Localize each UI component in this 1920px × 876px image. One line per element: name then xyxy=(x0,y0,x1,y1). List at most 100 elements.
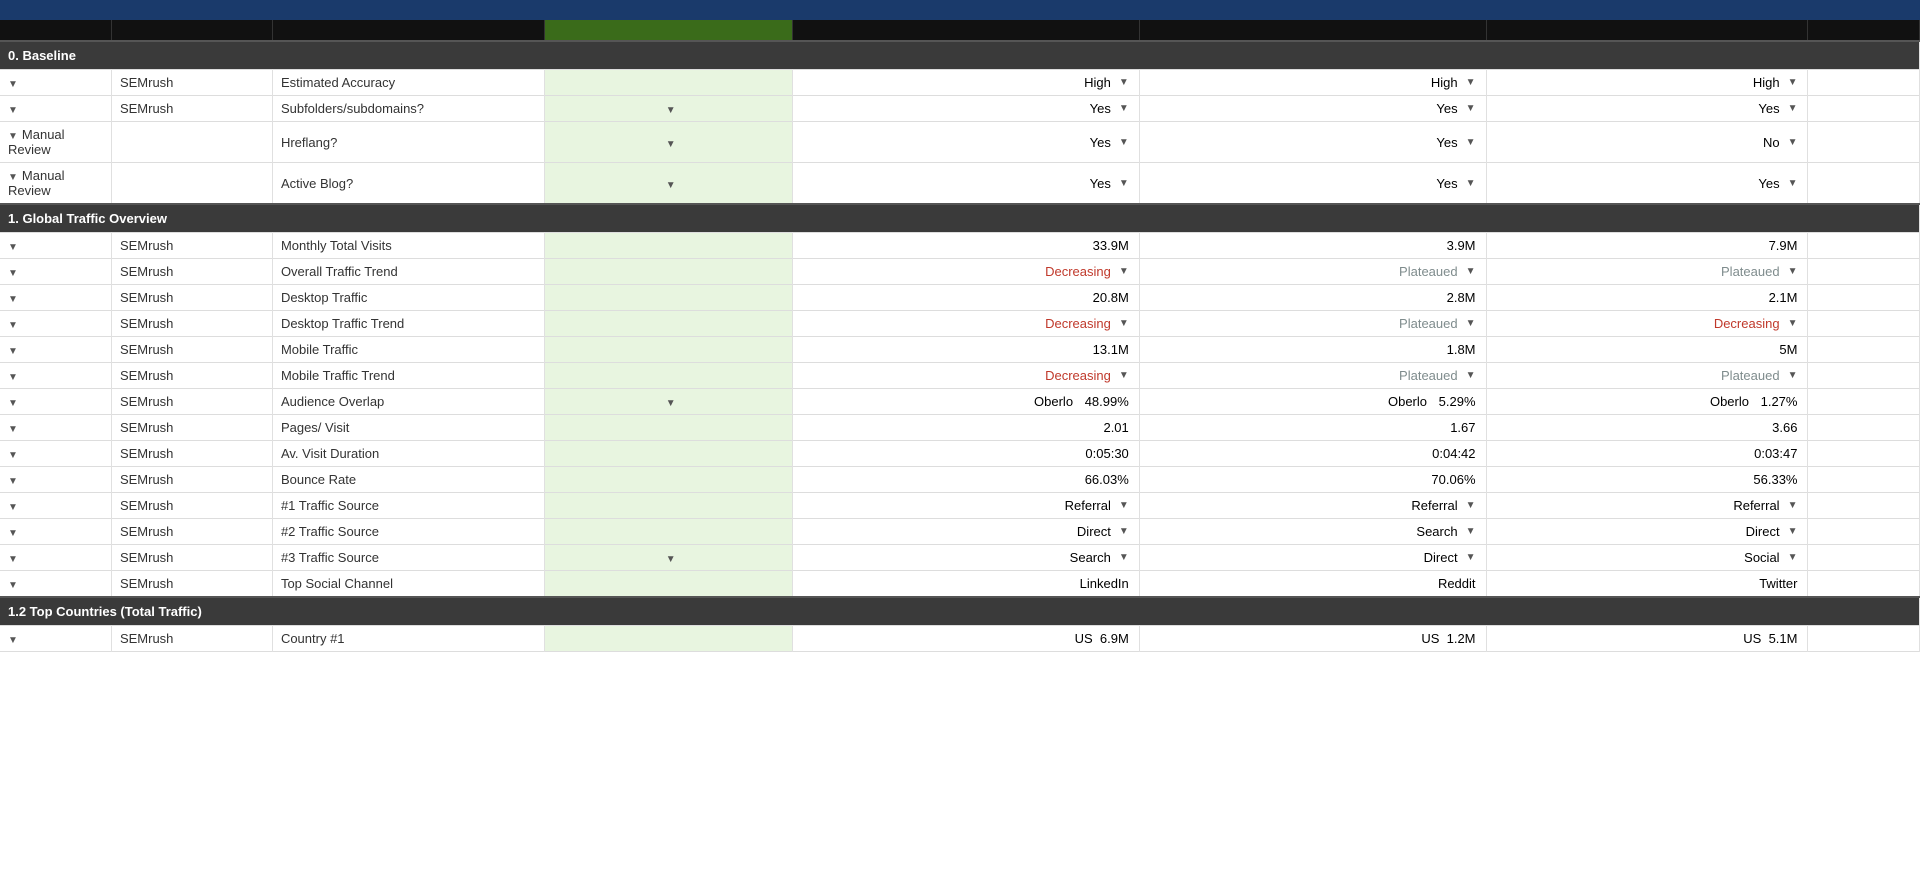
header-notes xyxy=(1808,20,1920,41)
dropdown-arrow-icon[interactable]: ▼ xyxy=(1119,103,1129,114)
header-bigcartel xyxy=(1486,20,1808,41)
dropdown-arrow-icon[interactable]: ▼ xyxy=(1788,77,1798,88)
cell-check: #3 Traffic Source xyxy=(272,545,544,571)
cell-tools: SEMrush xyxy=(111,70,272,96)
cell-check: Country #1 xyxy=(272,626,544,652)
row-expand-arrow[interactable]: ▼ xyxy=(8,131,18,142)
dropdown-arrow-icon[interactable]: ▼ xyxy=(1119,526,1129,537)
row-expand-arrow[interactable]: ▼ xyxy=(8,294,18,305)
cell-notes xyxy=(1808,389,1920,415)
row-expand-arrow[interactable]: ▼ xyxy=(8,476,18,487)
row-expand-arrow[interactable]: ▼ xyxy=(8,172,18,183)
row-expand-arrow[interactable]: ▼ xyxy=(8,79,18,90)
dropdown-arrow-icon[interactable]: ▼ xyxy=(1119,137,1129,148)
cell-bigcommerce: 0:04:42 xyxy=(1139,441,1486,467)
dropdown-arrow-icon[interactable]: ▼ xyxy=(1119,318,1129,329)
cell-bigcartel: Twitter xyxy=(1486,571,1808,598)
dropdown-arrow-icon[interactable]: ▼ xyxy=(1466,318,1476,329)
dropdown-arrow-icon[interactable]: ▼ xyxy=(1466,526,1476,537)
table-row: ▼SEMrushPages/ Visit2.011.673.66 xyxy=(0,415,1920,441)
dropdown-arrow-icon[interactable]: ▼ xyxy=(1788,137,1798,148)
dropdown-arrow-icon[interactable]: ▼ xyxy=(666,180,676,191)
cell-notes xyxy=(1808,233,1920,259)
dropdown-arrow-icon[interactable]: ▼ xyxy=(1466,266,1476,277)
cell-check: Bounce Rate xyxy=(272,467,544,493)
cell-oberlo xyxy=(545,233,793,259)
row-expand-arrow[interactable]: ▼ xyxy=(8,635,18,646)
dropdown-arrow-icon[interactable]: ▼ xyxy=(1466,552,1476,563)
row-expand-arrow[interactable]: ▼ xyxy=(8,528,18,539)
cell-owner: ▼ xyxy=(0,545,111,571)
dropdown-arrow-icon[interactable]: ▼ xyxy=(1788,552,1798,563)
dropdown-arrow-icon[interactable]: ▼ xyxy=(1466,178,1476,189)
page-title xyxy=(0,0,1920,20)
cell-bigcartel: Oberlo 1.27% xyxy=(1486,389,1808,415)
cell-check: Desktop Traffic xyxy=(272,285,544,311)
table-row: ▼SEMrushBounce Rate66.03%70.06%56.33% xyxy=(0,467,1920,493)
row-expand-arrow[interactable]: ▼ xyxy=(8,554,18,565)
row-expand-arrow[interactable]: ▼ xyxy=(8,398,18,409)
row-expand-arrow[interactable]: ▼ xyxy=(8,372,18,383)
cell-notes xyxy=(1808,311,1920,337)
cell-oberlo xyxy=(545,337,793,363)
cell-check: Active Blog? xyxy=(272,163,544,205)
dropdown-arrow-icon[interactable]: ▼ xyxy=(1119,370,1129,381)
cell-shopify: LinkedIn xyxy=(793,571,1140,598)
table-row: ▼SEMrushSubfolders/subdomains?▼Yes▼Yes▼Y… xyxy=(0,96,1920,122)
dropdown-arrow-icon[interactable]: ▼ xyxy=(1119,552,1129,563)
cell-oberlo xyxy=(545,415,793,441)
row-expand-arrow[interactable]: ▼ xyxy=(8,450,18,461)
dropdown-arrow-icon[interactable]: ▼ xyxy=(1788,370,1798,381)
dropdown-arrow-icon[interactable]: ▼ xyxy=(1119,266,1129,277)
cell-bigcartel: Referral▼ xyxy=(1486,493,1808,519)
table-row: ▼SEMrushMobile Traffic TrendDecreasing▼P… xyxy=(0,363,1920,389)
dropdown-arrow-icon[interactable]: ▼ xyxy=(1466,370,1476,381)
row-expand-arrow[interactable]: ▼ xyxy=(8,580,18,591)
cell-check: Hreflang? xyxy=(272,122,544,163)
cell-notes xyxy=(1808,545,1920,571)
cell-tools: SEMrush xyxy=(111,545,272,571)
cell-oberlo xyxy=(545,493,793,519)
row-expand-arrow[interactable]: ▼ xyxy=(8,105,18,116)
dropdown-arrow-icon[interactable]: ▼ xyxy=(666,398,676,409)
cell-bigcommerce: 3.9M xyxy=(1139,233,1486,259)
cell-shopify: High▼ xyxy=(793,70,1140,96)
dropdown-arrow-icon[interactable]: ▼ xyxy=(1466,103,1476,114)
dropdown-arrow-icon[interactable]: ▼ xyxy=(1466,500,1476,511)
dropdown-arrow-icon[interactable]: ▼ xyxy=(1466,77,1476,88)
cell-tools: SEMrush xyxy=(111,493,272,519)
cell-oberlo xyxy=(545,259,793,285)
cell-bigcommerce: Yes▼ xyxy=(1139,163,1486,205)
table-row: ▼SEMrush#2 Traffic SourceDirect▼Search▼D… xyxy=(0,519,1920,545)
dropdown-arrow-icon[interactable]: ▼ xyxy=(1788,103,1798,114)
dropdown-arrow-icon[interactable]: ▼ xyxy=(666,139,676,150)
cell-owner: ▼ xyxy=(0,415,111,441)
dropdown-arrow-icon[interactable]: ▼ xyxy=(666,105,676,116)
cell-bigcommerce: Oberlo 5.29% xyxy=(1139,389,1486,415)
cell-owner: ▼ xyxy=(0,571,111,598)
dropdown-arrow-icon[interactable]: ▼ xyxy=(1788,500,1798,511)
row-expand-arrow[interactable]: ▼ xyxy=(8,242,18,253)
row-expand-arrow[interactable]: ▼ xyxy=(8,320,18,331)
cell-notes xyxy=(1808,519,1920,545)
cell-check: Mobile Traffic Trend xyxy=(272,363,544,389)
dropdown-arrow-icon[interactable]: ▼ xyxy=(1119,178,1129,189)
dropdown-arrow-icon[interactable]: ▼ xyxy=(666,554,676,565)
row-expand-arrow[interactable]: ▼ xyxy=(8,268,18,279)
dropdown-arrow-icon[interactable]: ▼ xyxy=(1119,77,1129,88)
cell-notes xyxy=(1808,259,1920,285)
cell-owner: ▼ xyxy=(0,285,111,311)
dropdown-arrow-icon[interactable]: ▼ xyxy=(1466,137,1476,148)
dropdown-arrow-icon[interactable]: ▼ xyxy=(1119,500,1129,511)
dropdown-arrow-icon[interactable]: ▼ xyxy=(1788,318,1798,329)
dropdown-arrow-icon[interactable]: ▼ xyxy=(1788,526,1798,537)
cell-bigcommerce: 2.8M xyxy=(1139,285,1486,311)
row-expand-arrow[interactable]: ▼ xyxy=(8,424,18,435)
dropdown-arrow-icon[interactable]: ▼ xyxy=(1788,178,1798,189)
cell-owner: ▼ xyxy=(0,363,111,389)
cell-check: Av. Visit Duration xyxy=(272,441,544,467)
dropdown-arrow-icon[interactable]: ▼ xyxy=(1788,266,1798,277)
row-expand-arrow[interactable]: ▼ xyxy=(8,502,18,513)
cell-bigcommerce: 1.8M xyxy=(1139,337,1486,363)
row-expand-arrow[interactable]: ▼ xyxy=(8,346,18,357)
